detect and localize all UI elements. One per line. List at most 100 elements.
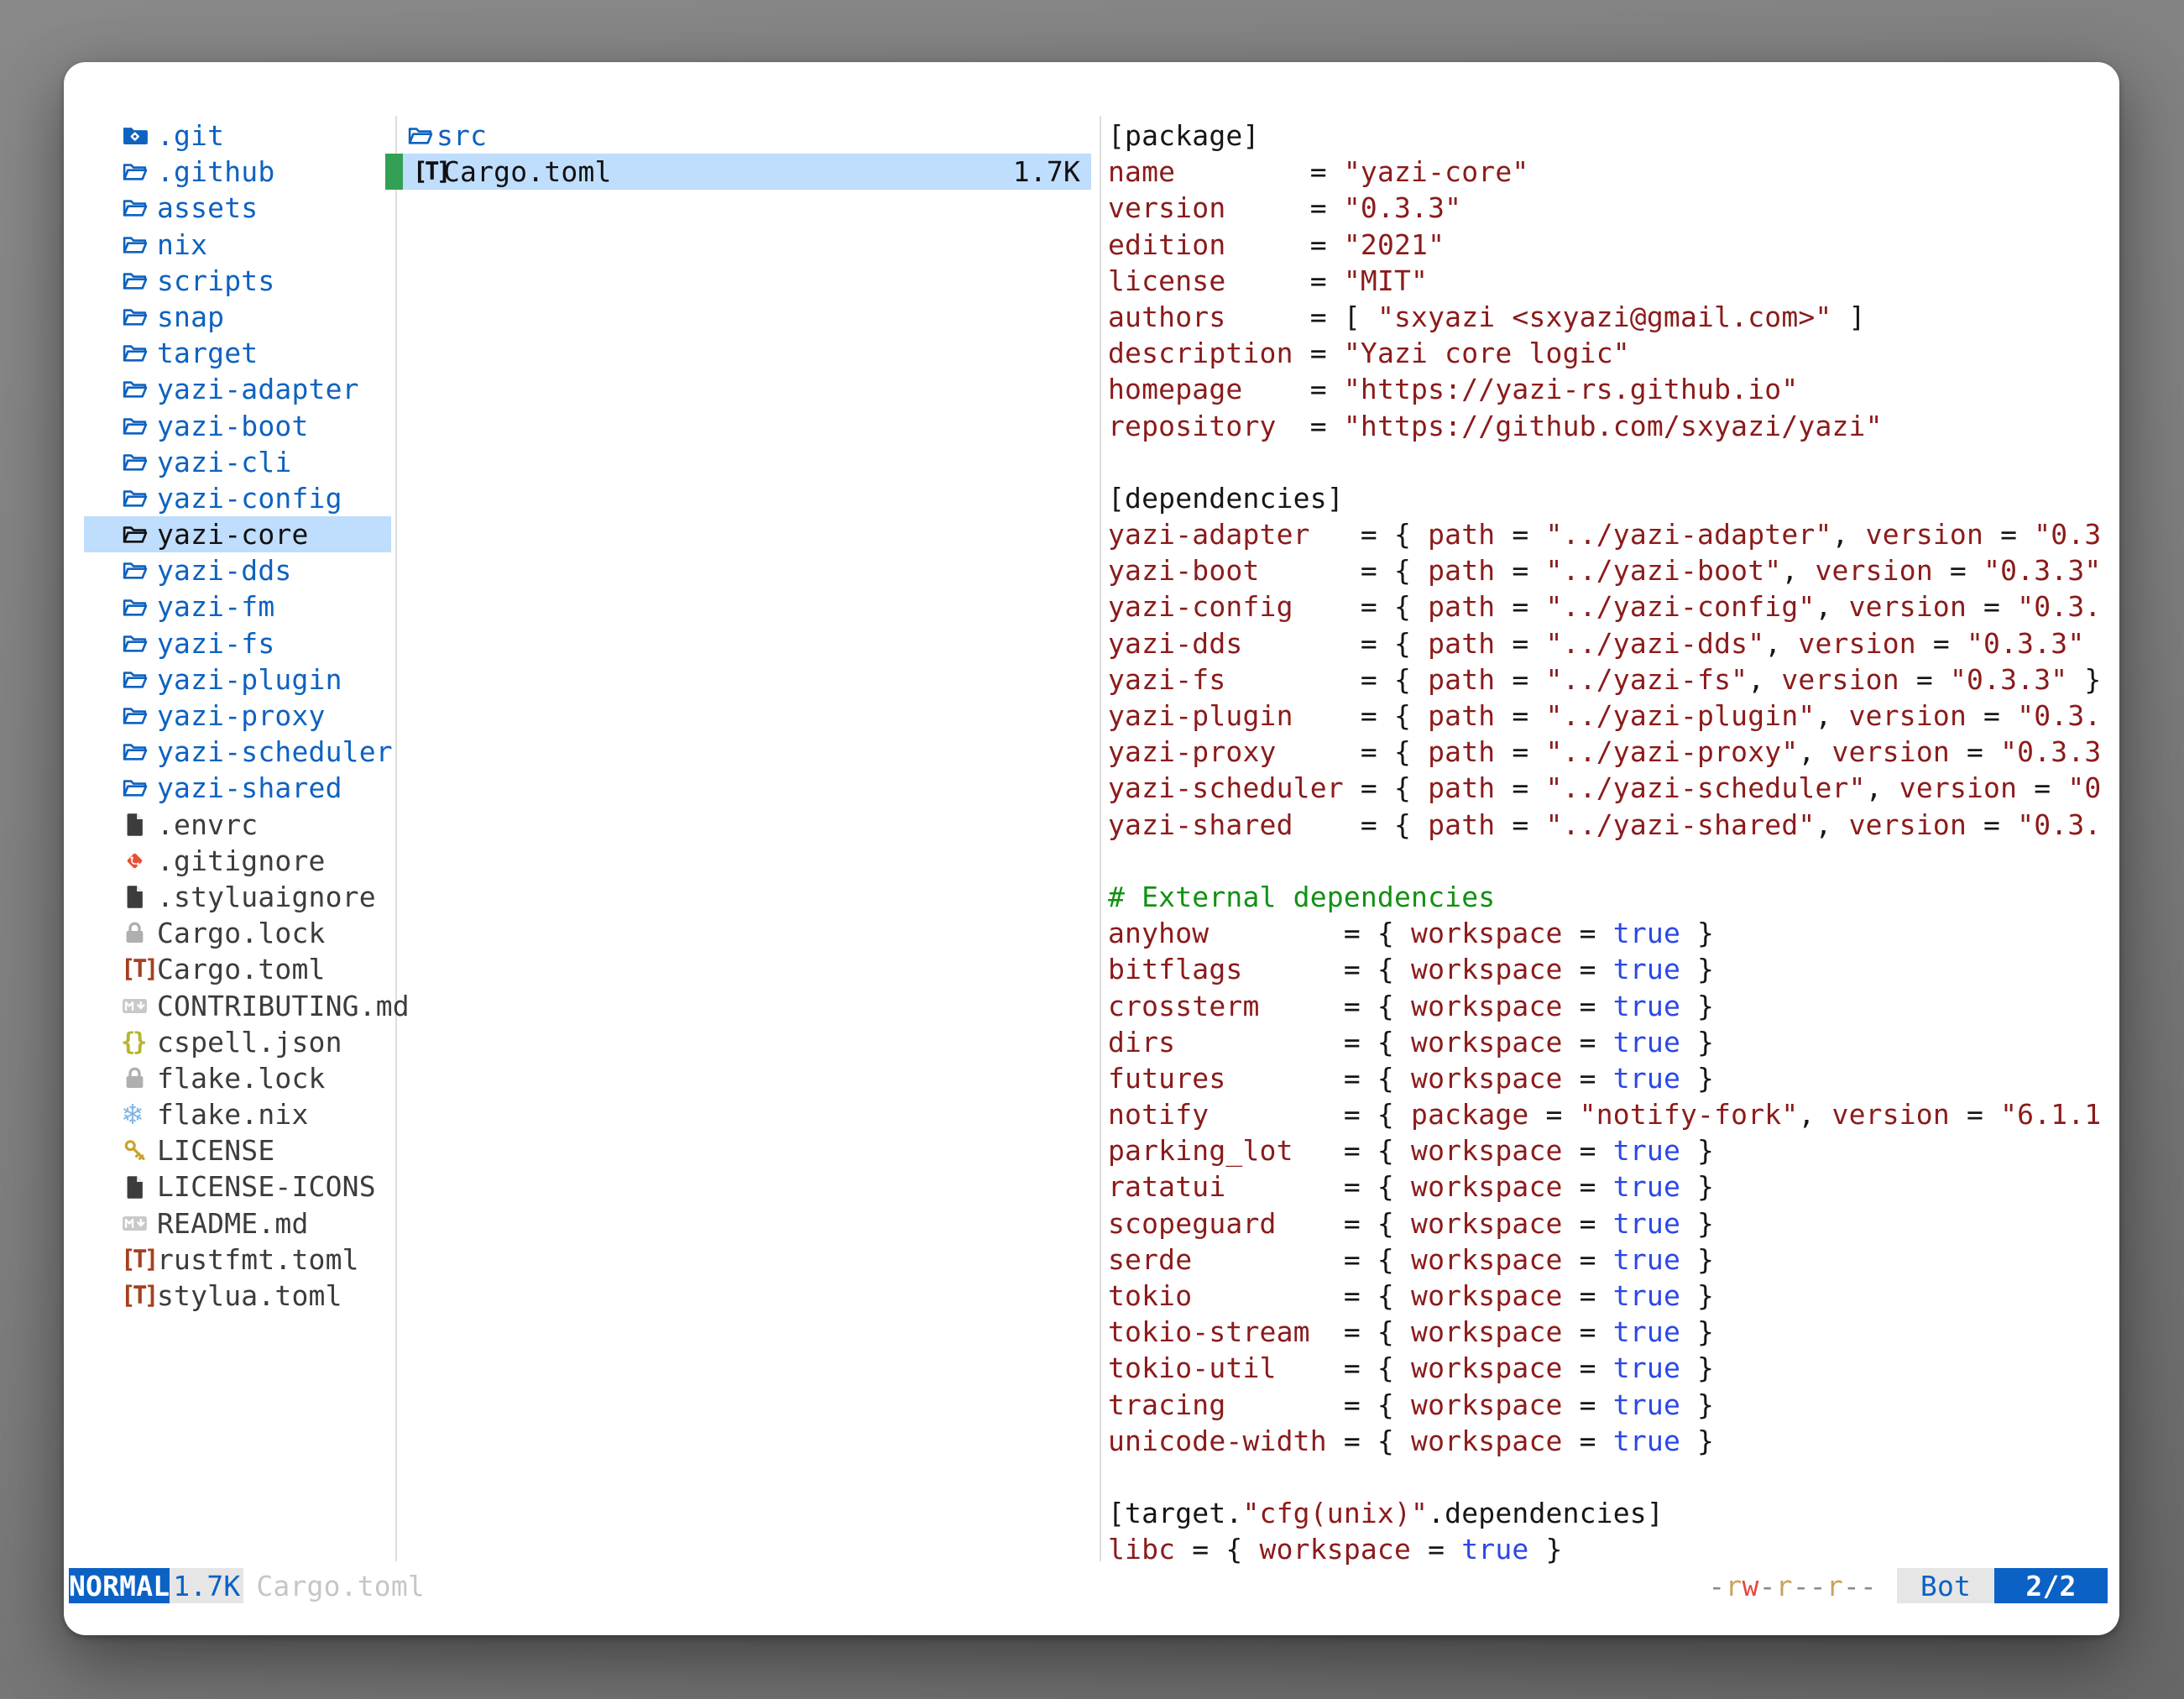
preview-line: repository = "https://github.com/sxyazi/… — [1108, 408, 2115, 444]
list-item-yazi-config[interactable]: yazi-config — [84, 480, 391, 516]
preview-line: bitflags = { workspace = true } — [1108, 951, 2115, 987]
file-icon — [121, 811, 157, 839]
list-item-.gitignore[interactable]: .gitignore — [84, 843, 391, 879]
mode-badge: NORMAL — [69, 1568, 170, 1603]
file-name: .gitignore — [157, 843, 326, 879]
folder-open-icon — [121, 593, 157, 621]
status-bar: NORMAL 1.7K Cargo.toml -rw-r--r-- Bot 2/… — [69, 1568, 2108, 1603]
list-item-yazi-proxy[interactable]: yazi-proxy — [84, 698, 391, 734]
file-name: yazi-plugin — [157, 661, 342, 698]
list-item-yazi-adapter[interactable]: yazi-adapter — [84, 371, 391, 407]
preview-line: scopeguard = { workspace = true } — [1108, 1205, 2115, 1242]
scroll-position-badge: Bot — [1897, 1568, 1994, 1603]
folder-open-icon — [121, 194, 157, 222]
list-item-license[interactable]: LICENSE — [84, 1132, 391, 1168]
file-name: .styluaignore — [157, 879, 376, 915]
preview-line — [1108, 444, 2115, 480]
list-item-flake.nix[interactable]: ❄flake.nix — [84, 1096, 391, 1132]
preview-line: homepage = "https://yazi-rs.github.io" — [1108, 371, 2115, 407]
list-item-nix[interactable]: nix — [84, 227, 391, 263]
folder-open-icon — [121, 448, 157, 476]
list-item-.git[interactable]: .git — [84, 118, 391, 154]
git-repo-icon — [121, 122, 157, 149]
preview-line: libc = { workspace = true } — [1108, 1531, 2115, 1567]
list-item-flake.lock[interactable]: flake.lock — [84, 1060, 391, 1096]
permission-char: - — [1793, 1570, 1810, 1602]
markdown-icon — [121, 992, 157, 1020]
list-item-target[interactable]: target — [84, 335, 391, 371]
toml-icon: [T] — [121, 1246, 157, 1273]
preview-line: parking_lot = { workspace = true } — [1108, 1132, 2115, 1168]
file-icon — [121, 1174, 157, 1201]
permission-char: - — [1843, 1570, 1860, 1602]
folder-open-icon — [121, 267, 157, 295]
preview-line: yazi-plugin = { path = "../yazi-plugin",… — [1108, 698, 2115, 734]
toml-icon: [T] — [121, 955, 157, 983]
list-item-cspell.json[interactable]: {}cspell.json — [84, 1024, 391, 1060]
nix-snowflake-icon: ❄ — [121, 1100, 157, 1128]
folder-open-icon — [121, 375, 157, 403]
list-item-yazi-fm[interactable]: yazi-fm — [84, 588, 391, 625]
file-name: yazi-boot — [157, 408, 309, 444]
list-item-.styluaignore[interactable]: .styluaignore — [84, 879, 391, 915]
list-item-yazi-core[interactable]: yazi-core — [84, 516, 391, 552]
file-name: CONTRIBUTING.md — [157, 988, 410, 1024]
file-name: rustfmt.toml — [157, 1242, 359, 1278]
permission-char: - — [1708, 1570, 1725, 1602]
preview-line: yazi-dds = { path = "../yazi-dds", versi… — [1108, 625, 2115, 661]
list-item-cargo.toml[interactable]: [T]Cargo.toml1.7K — [385, 154, 1091, 190]
preview-line: yazi-boot = { path = "../yazi-boot", ver… — [1108, 552, 2115, 588]
list-item-yazi-cli[interactable]: yazi-cli — [84, 444, 391, 480]
permission-char: r — [1826, 1570, 1843, 1602]
list-item-snap[interactable]: snap — [84, 299, 391, 335]
file-preview-pane[interactable]: [package]name = "yazi-core"version = "0.… — [1108, 118, 2115, 1568]
list-item-contributing.md[interactable]: CONTRIBUTING.md — [84, 988, 391, 1024]
license-key-icon — [121, 1137, 157, 1164]
file-name: yazi-adapter — [157, 371, 359, 407]
folder-open-icon — [121, 303, 157, 331]
preview-line: [dependencies] — [1108, 480, 2115, 516]
preview-line: notify = { package = "notify-fork", vers… — [1108, 1096, 2115, 1132]
list-item-yazi-plugin[interactable]: yazi-plugin — [84, 661, 391, 698]
list-item-.github[interactable]: .github — [84, 154, 391, 190]
list-item-scripts[interactable]: scripts — [84, 263, 391, 299]
preview-line: yazi-scheduler = { path = "../yazi-sched… — [1108, 770, 2115, 806]
current-directory-pane[interactable]: src[T]Cargo.toml1.7K — [385, 118, 1091, 190]
preview-line: name = "yazi-core" — [1108, 154, 2115, 190]
list-item-rustfmt.toml[interactable]: [T]rustfmt.toml — [84, 1242, 391, 1278]
list-item-stylua.toml[interactable]: [T]stylua.toml — [84, 1278, 391, 1314]
list-item-yazi-fs[interactable]: yazi-fs — [84, 625, 391, 661]
preview-line: edition = "2021" — [1108, 227, 2115, 263]
preview-line: [target."cfg(unix)".dependencies] — [1108, 1495, 2115, 1531]
list-item-src[interactable]: src — [385, 118, 1091, 154]
list-item-cargo.lock[interactable]: Cargo.lock — [84, 915, 391, 951]
toml-icon: [T] — [413, 158, 443, 186]
file-name: src — [436, 118, 487, 154]
list-item-readme.md[interactable]: README.md — [84, 1205, 391, 1242]
yazi-window: .git.githubassetsnixscriptssnaptargetyaz… — [64, 62, 2119, 1635]
list-item-.envrc[interactable]: .envrc — [84, 807, 391, 843]
preview-line: dirs = { workspace = true } — [1108, 1024, 2115, 1060]
list-item-license-icons[interactable]: LICENSE-ICONS — [84, 1168, 391, 1205]
preview-line: description = "Yazi core logic" — [1108, 335, 2115, 371]
file-name: yazi-fm — [157, 588, 274, 625]
status-spacer — [425, 1568, 1708, 1603]
preview-line: license = "MIT" — [1108, 263, 2115, 299]
list-item-cargo.toml[interactable]: [T]Cargo.toml — [84, 951, 391, 987]
preview-line — [1108, 843, 2115, 879]
lock-icon — [121, 919, 157, 947]
json-braces-icon: {} — [121, 1028, 157, 1056]
preview-line: tokio = { workspace = true } — [1108, 1278, 2115, 1314]
file-name: cspell.json — [157, 1024, 342, 1060]
folder-open-icon — [121, 412, 157, 440]
list-item-yazi-dds[interactable]: yazi-dds — [84, 552, 391, 588]
parent-directory-pane[interactable]: .git.githubassetsnixscriptssnaptargetyaz… — [84, 118, 391, 1314]
list-item-yazi-scheduler[interactable]: yazi-scheduler — [84, 734, 391, 770]
file-name: yazi-scheduler — [157, 734, 393, 770]
file-name: yazi-config — [157, 480, 342, 516]
file-name: LICENSE — [157, 1132, 274, 1168]
list-item-assets[interactable]: assets — [84, 190, 391, 226]
list-item-yazi-boot[interactable]: yazi-boot — [84, 408, 391, 444]
preview-line: serde = { workspace = true } — [1108, 1242, 2115, 1278]
list-item-yazi-shared[interactable]: yazi-shared — [84, 770, 391, 806]
